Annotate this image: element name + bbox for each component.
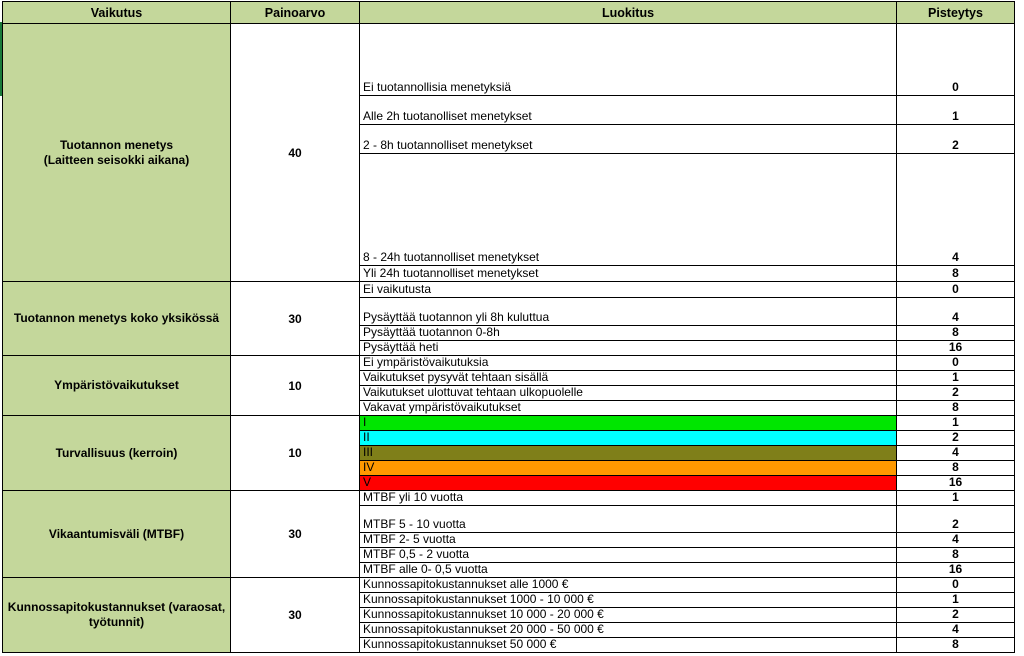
classification-cell: Vaikutukset pysyvät tehtaan sisällä bbox=[359, 370, 897, 386]
points-cell: 4 bbox=[896, 532, 1015, 548]
points-cell: 16 bbox=[896, 562, 1015, 578]
classification-cell: Pysäyttää tuotannon 0-8h bbox=[359, 325, 897, 341]
header-row: Vaikutus Painoarvo Luokitus Pisteytys bbox=[2, 1, 1015, 24]
points-cell: 8 bbox=[896, 637, 1015, 653]
points-cell: 2 bbox=[896, 385, 1015, 401]
table-row: Kunnossapitokustannukset (varaosat, työt… bbox=[2, 577, 1015, 653]
table-row: Vikaantumisväli (MTBF) 30 MTBF yli 10 vu… bbox=[2, 490, 1015, 578]
safety-class-cell: II bbox=[359, 430, 897, 446]
classification-cell: Vaikutukset ulottuvat tehtaan ulkopuolel… bbox=[359, 385, 897, 401]
points-cell: 1 bbox=[896, 370, 1015, 386]
table-row: Tuotannon menetys koko yksikössä 30 Ei v… bbox=[2, 281, 1015, 356]
table-row: Ympäristövaikutukset 10 Ei ympäristövaik… bbox=[2, 355, 1015, 416]
points-cell: 0 bbox=[896, 281, 1015, 298]
category-cell: Ympäristövaikutukset bbox=[2, 355, 231, 416]
points-cell: 0 bbox=[896, 577, 1015, 593]
category-cell: Tuotannon menetys (Laitteen seisokki aik… bbox=[2, 23, 231, 282]
classification-cell: MTBF alle 0- 0,5 vuotta bbox=[359, 562, 897, 578]
weight-cell: 40 bbox=[230, 23, 360, 282]
points-cell: 4 bbox=[896, 153, 1015, 266]
points-cell: 0 bbox=[896, 355, 1015, 371]
classification-cell: Ei vaikutusta bbox=[359, 281, 897, 298]
safety-class-cell: IV bbox=[359, 460, 897, 476]
header-luokitus: Luokitus bbox=[359, 1, 897, 24]
classification-cell: 8 - 24h tuotannolliset menetykset bbox=[359, 153, 897, 266]
points-cell: 1 bbox=[896, 592, 1015, 608]
points-cell: 0 bbox=[896, 23, 1015, 96]
safety-class-cell: III bbox=[359, 445, 897, 461]
points-cell: 2 bbox=[896, 430, 1015, 446]
category-cell: Turvallisuus (kerroin) bbox=[2, 415, 231, 491]
category-subtitle: (Laitteen seisokki aikana) bbox=[43, 152, 190, 167]
classification-cell: 2 - 8h tuotannolliset menetykset bbox=[359, 124, 897, 154]
points-cell: 2 bbox=[896, 505, 1015, 533]
category-title: Vikaantumisväli (MTBF) bbox=[48, 526, 185, 541]
points-cell: 4 bbox=[896, 297, 1015, 326]
classification-cell: Pysäyttää heti bbox=[359, 340, 897, 356]
points-cell: 4 bbox=[896, 622, 1015, 638]
safety-class-cell: V bbox=[359, 475, 897, 491]
classification-cell: MTBF 5 - 10 vuotta bbox=[359, 505, 897, 533]
weight-cell: 30 bbox=[230, 281, 360, 356]
points-cell: 1 bbox=[896, 95, 1015, 125]
impact-scoring-table: Vaikutus Painoarvo Luokitus Pisteytys Tu… bbox=[2, 1, 1015, 653]
points-cell: 8 bbox=[896, 547, 1015, 563]
points-cell: 2 bbox=[896, 124, 1015, 154]
classification-cell: MTBF 2- 5 vuotta bbox=[359, 532, 897, 548]
points-cell: 8 bbox=[896, 400, 1015, 416]
points-cell: 8 bbox=[896, 325, 1015, 341]
classification-cell: Kunnossapitokustannukset 50 000 € bbox=[359, 637, 897, 653]
classification-cell: Kunnossapitokustannukset 10 000 - 20 000… bbox=[359, 607, 897, 623]
classification-cell: Kunnossapitokustannukset 1000 - 10 000 € bbox=[359, 592, 897, 608]
points-cell: 16 bbox=[896, 340, 1015, 356]
category-subtitle: työtunnit) bbox=[88, 615, 145, 629]
classification-cell: Yli 24h tuotannolliset menetykset bbox=[359, 265, 897, 282]
weight-cell: 30 bbox=[230, 490, 360, 578]
header-pisteytys: Pisteytys bbox=[896, 1, 1015, 24]
weight-cell: 30 bbox=[230, 577, 360, 653]
table-row: Turvallisuus (kerroin) 10 I 1 bbox=[2, 415, 1015, 491]
category-cell: Vikaantumisväli (MTBF) bbox=[2, 490, 231, 578]
table-row: Tuotannon menetys (Laitteen seisokki aik… bbox=[2, 23, 1015, 282]
category-title: Ympäristövaikutukset bbox=[54, 378, 179, 392]
points-cell: 8 bbox=[896, 265, 1015, 282]
points-cell: 1 bbox=[896, 490, 1015, 506]
classification-cell: Alle 2h tuotanolliset menetykset bbox=[359, 95, 897, 125]
classification-cell: Vakavat ympäristövaikutukset bbox=[359, 400, 897, 416]
category-cell: Tuotannon menetys koko yksikössä bbox=[2, 281, 231, 356]
header-painoarvo: Painoarvo bbox=[230, 1, 360, 24]
classification-cell: Kunnossapitokustannukset alle 1000 € bbox=[359, 577, 897, 593]
points-cell: 1 bbox=[896, 415, 1015, 431]
classification-cell: Ei ympäristövaikutuksia bbox=[359, 355, 897, 371]
points-cell: 2 bbox=[896, 607, 1015, 623]
classification-cell: Ei tuotannollisia menetyksiä bbox=[359, 23, 897, 96]
classification-cell: MTBF yli 10 vuotta bbox=[359, 490, 897, 506]
weight-cell: 10 bbox=[230, 415, 360, 491]
category-cell: Kunnossapitokustannukset (varaosat, työt… bbox=[2, 577, 231, 653]
category-title: Turvallisuus (kerroin) bbox=[55, 445, 178, 460]
category-title: Tuotannon menetys bbox=[59, 137, 174, 152]
category-title: Tuotannon menetys koko yksikössä bbox=[13, 311, 220, 325]
points-cell: 8 bbox=[896, 460, 1015, 476]
classification-cell: Pysäyttää tuotannon yli 8h kuluttua bbox=[359, 297, 897, 326]
classification-cell: Kunnossapitokustannukset 20 000 - 50 000… bbox=[359, 622, 897, 638]
points-cell: 4 bbox=[896, 445, 1015, 461]
classification-cell: MTBF 0,5 - 2 vuotta bbox=[359, 547, 897, 563]
category-title: Kunnossapitokustannukset (varaosat, bbox=[7, 600, 226, 614]
points-cell: 16 bbox=[896, 475, 1015, 491]
safety-class-cell: I bbox=[359, 415, 897, 431]
header-vaikutus: Vaikutus bbox=[2, 1, 231, 24]
weight-cell: 10 bbox=[230, 355, 360, 416]
